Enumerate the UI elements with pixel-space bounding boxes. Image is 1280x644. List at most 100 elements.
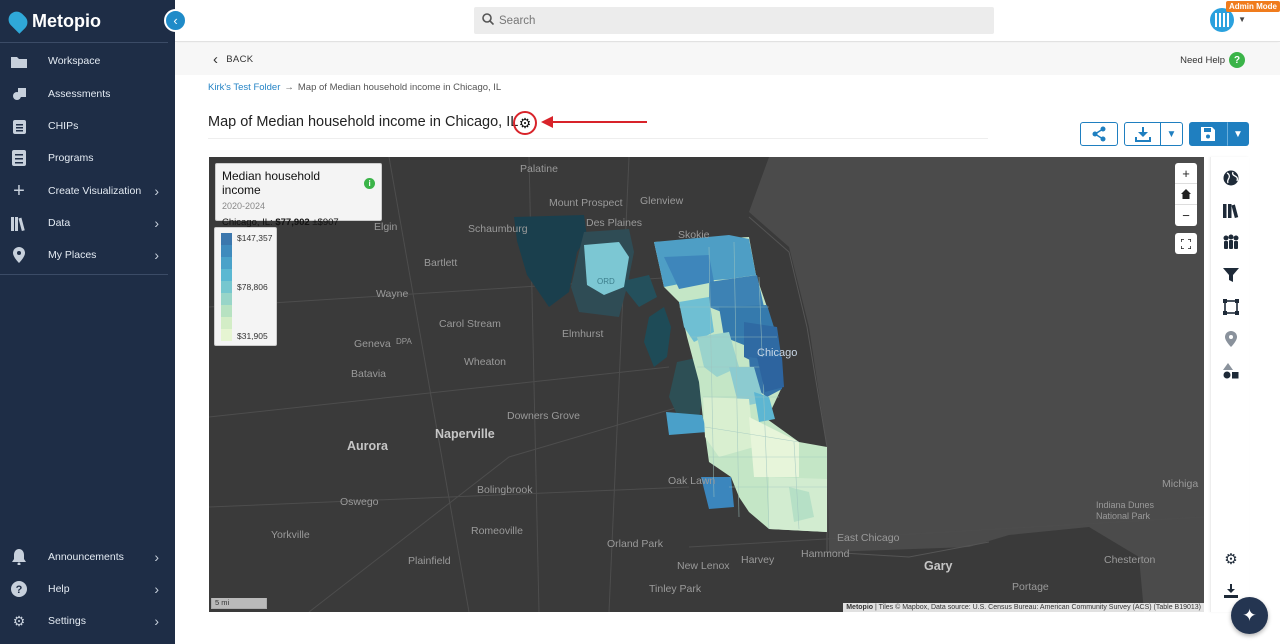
place-label: New Lenox [677, 560, 730, 572]
sidebar-item-label: Assessments [48, 88, 111, 100]
back-button[interactable]: ‹ BACK [213, 52, 253, 67]
place-label: Elgin [374, 221, 398, 233]
place-label: East Chicago [837, 532, 900, 544]
map-tools-panel: ⚙ [1210, 157, 1249, 612]
metopio-logo-icon [5, 8, 31, 34]
place-label: Mount Prospect [549, 197, 623, 209]
plus-icon: + [13, 179, 25, 202]
save-dropdown-button[interactable]: ▼ [1227, 122, 1249, 146]
chevron-right-icon: › [154, 247, 159, 263]
sidebar-item-data[interactable]: Data › [0, 208, 175, 238]
map-scale-bar: 5 mi [211, 598, 267, 609]
sidebar-item-workspace[interactable]: Workspace [0, 46, 175, 76]
color-scale-swatch [221, 257, 232, 269]
search-icon [482, 13, 495, 28]
demographics-button[interactable] [1220, 231, 1242, 253]
home-icon [1181, 189, 1191, 199]
sidebar-item-help[interactable]: ? Help › [0, 574, 175, 604]
sidebar-item-programs[interactable]: Programs [0, 143, 175, 173]
place-label: Bolingbrook [477, 484, 533, 496]
books-icon [1223, 203, 1239, 218]
sidebar-item-my-places[interactable]: My Places › [0, 240, 175, 270]
fullscreen-button[interactable] [1175, 233, 1197, 254]
sidebar-item-label: Programs [48, 152, 94, 164]
sidebar-item-create-visualization[interactable]: + Create Visualization › [0, 176, 175, 206]
zoom-out-button[interactable]: − [1175, 205, 1197, 226]
breadcrumb-folder-link[interactable]: Kirk's Test Folder [208, 82, 280, 93]
basemap-button[interactable] [1220, 167, 1242, 189]
sidebar-item-label: Settings [48, 615, 86, 627]
color-scale-swatch [221, 281, 232, 293]
sidebar-item-label: Help [48, 583, 70, 595]
visualization-settings-button[interactable]: ⚙ [513, 111, 537, 135]
draw-polygon-icon [1223, 299, 1239, 315]
page-title: Map of Median household income in Chicag… [208, 114, 519, 130]
back-label: BACK [226, 54, 254, 65]
sidebar-item-chips[interactable]: CHIPs [0, 111, 175, 141]
map-settings-button[interactable]: ⚙ [1220, 548, 1242, 570]
annotation-arrow [541, 116, 647, 128]
sidebar-item-assessments[interactable]: Assessments [0, 79, 175, 109]
search-input[interactable]: Search [474, 7, 994, 34]
download-button[interactable] [1124, 122, 1161, 146]
ai-assistant-button[interactable]: ✦ [1231, 597, 1268, 634]
caret-down-icon: ▼ [1166, 128, 1177, 140]
clipboard-icon [10, 118, 28, 134]
place-label: Yorkville [271, 529, 310, 541]
home-button[interactable] [1175, 184, 1197, 205]
map-canvas[interactable]: Palatine Mount Prospect Glenview Des Pla… [209, 157, 1204, 612]
place-label: Michiga [1162, 478, 1199, 490]
save-icon [1201, 127, 1215, 141]
shapes-icon [1223, 363, 1239, 379]
people-icon [1223, 234, 1239, 249]
shapes-button[interactable] [1220, 360, 1242, 382]
data-layers-button[interactable] [1220, 199, 1242, 221]
place-label: Orland Park [607, 538, 664, 550]
place-label: Hammond [801, 548, 850, 560]
info-icon[interactable]: i [364, 177, 375, 189]
color-scale-swatch [221, 233, 232, 245]
sidebar-item-announcements[interactable]: Announcements › [0, 542, 175, 572]
place-label: Glenview [640, 195, 684, 207]
zoom-in-button[interactable]: + [1175, 163, 1197, 184]
filter-button[interactable] [1220, 264, 1242, 286]
export-map-button[interactable] [1220, 580, 1242, 602]
app-logo[interactable]: Metopio [5, 8, 101, 34]
map-legend-card: Median household income i 2020-2024 Chic… [215, 163, 382, 228]
download-dropdown-button[interactable]: ▼ [1160, 122, 1183, 146]
place-label: Harvey [741, 554, 775, 566]
select-area-button[interactable] [1220, 296, 1242, 318]
admin-mode-badge: Admin Mode [1226, 1, 1280, 12]
chevron-right-icon: › [154, 215, 159, 231]
region-west-area [644, 307, 671, 367]
chevron-left-icon: ‹ [213, 51, 219, 68]
color-scale-swatch [221, 245, 232, 257]
place-label: Carol Stream [439, 318, 501, 330]
save-button[interactable] [1189, 122, 1227, 146]
places-button[interactable] [1220, 328, 1242, 350]
search-placeholder: Search [499, 14, 536, 27]
bell-icon [10, 549, 28, 565]
place-label: Indiana Dunes National Park [1096, 500, 1155, 521]
caret-down-icon[interactable]: ▼ [1238, 15, 1246, 24]
place-label: Oswego [340, 496, 379, 508]
scale-min-label: $31,905 [237, 331, 268, 341]
legend-title: Median household income [222, 169, 321, 197]
sidebar-item-settings[interactable]: ⚙ Settings › [0, 606, 175, 636]
gear-icon: ⚙ [12, 612, 26, 629]
place-label: Schaumburg [468, 223, 528, 235]
region-ord-airport [584, 242, 629, 295]
place-label: ORD [597, 277, 615, 286]
help-icon: ? [1229, 52, 1245, 68]
share-icon [1092, 126, 1106, 142]
sidebar-collapse-button[interactable]: ‹ [164, 9, 187, 32]
place-label: Batavia [351, 368, 387, 380]
question-icon: ? [10, 581, 28, 597]
place-label: Skokie [678, 229, 710, 241]
zoom-controls: + − [1175, 163, 1197, 226]
map-attribution: Metopio | Tiles © Mapbox, Data source: U… [843, 603, 1204, 612]
place-label: Geneva [354, 338, 391, 350]
share-button[interactable] [1080, 122, 1118, 146]
need-help-button[interactable]: Need Help ? [1180, 52, 1245, 68]
place-label: Chicago [757, 347, 798, 359]
